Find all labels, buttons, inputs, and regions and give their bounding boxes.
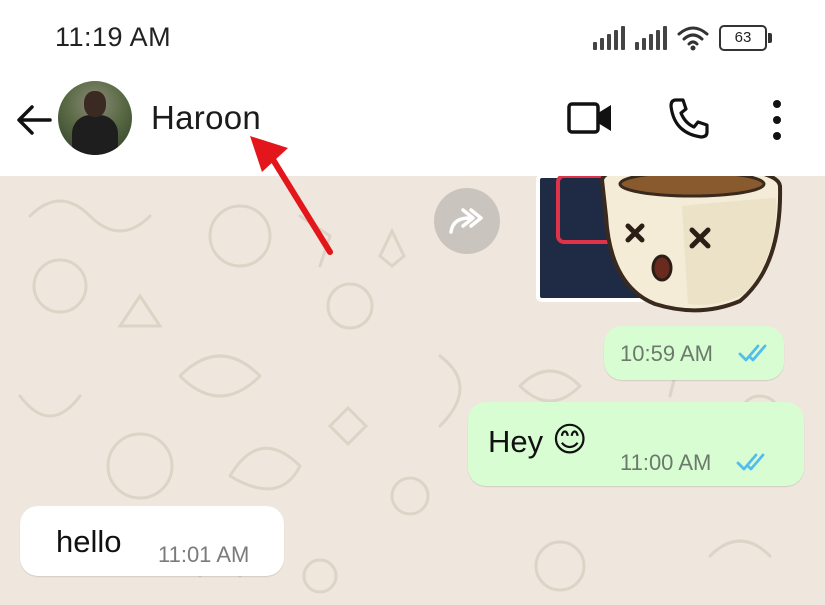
- message-text: hello: [56, 524, 122, 559]
- phone-call-icon[interactable]: [666, 95, 712, 141]
- forward-button[interactable]: [434, 188, 500, 254]
- smile-emoji: 😊: [552, 420, 588, 460]
- outgoing-message[interactable]: Hey 😊 11:00 AM: [468, 402, 804, 486]
- sticker-coffee: [618, 176, 766, 198]
- incoming-message[interactable]: hello 11:01 AM: [20, 506, 284, 576]
- message-time: 10:59 AM: [620, 341, 713, 366]
- double-check-icon: [736, 453, 765, 471]
- wifi-icon: [677, 26, 709, 51]
- double-check-icon: [738, 344, 767, 362]
- sticker-mouth: [651, 254, 673, 282]
- avatar-body: [72, 115, 118, 155]
- chat-header: Haroon: [0, 78, 825, 176]
- video-call-icon[interactable]: [566, 98, 614, 138]
- annotation-arrow: [250, 136, 333, 255]
- battery-icon: 63: [719, 25, 772, 51]
- message-text: Hey: [488, 424, 544, 459]
- status-icons: 63: [593, 22, 772, 54]
- chat-area: 10:59 AM Hey 😊 11:00 AM hello 11:01 AM: [0, 176, 825, 605]
- status-bar: 11:19 AM 63: [0, 0, 825, 78]
- signal-icon: [593, 26, 625, 50]
- status-time: 11:19 AM: [55, 22, 172, 52]
- sticker-cup-shade: [682, 198, 777, 305]
- forward-icon: [449, 208, 483, 234]
- sticker-message[interactable]: [530, 176, 790, 316]
- sticker-time-bubble: 10:59 AM: [604, 326, 784, 380]
- contact-avatar[interactable]: [58, 81, 132, 155]
- avatar-head: [84, 91, 106, 117]
- more-options-icon[interactable]: [762, 98, 792, 142]
- signal-icon-2: [635, 26, 667, 50]
- back-arrow-icon[interactable]: [14, 100, 54, 140]
- message-time: 11:00 AM: [620, 450, 712, 475]
- message-time: 11:01 AM: [158, 542, 250, 567]
